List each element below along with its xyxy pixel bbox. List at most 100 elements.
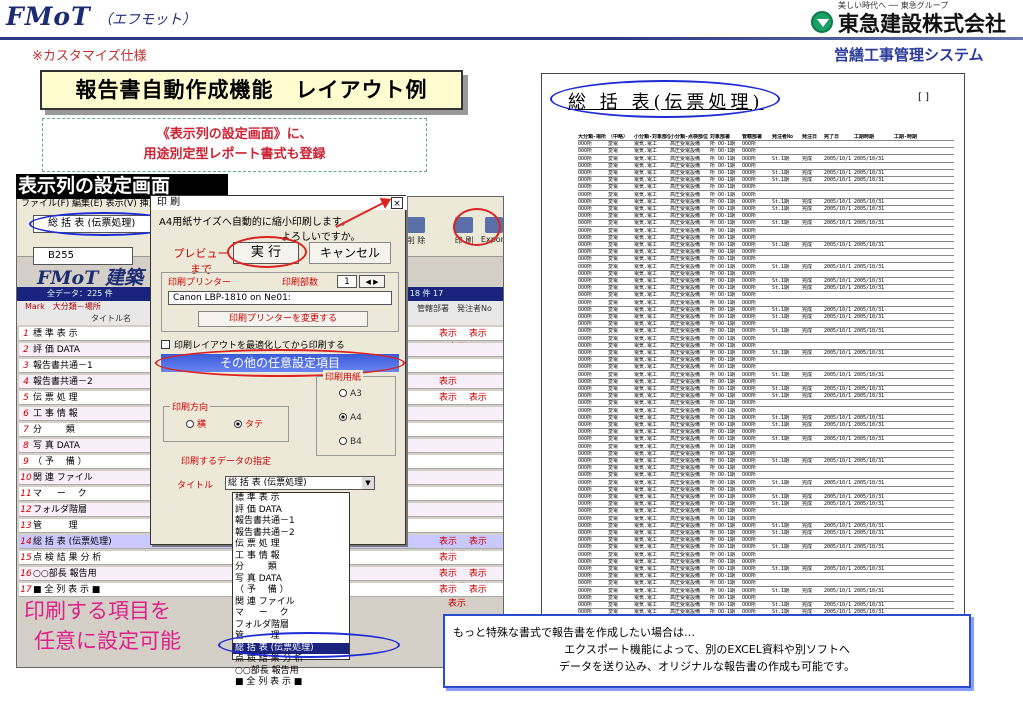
radio-icon[interactable]	[186, 420, 194, 428]
report-cell: 完成	[802, 278, 813, 284]
report-row: OOO所 変電 電気.電工 高圧受電設備 所 OO-1期 OOO所	[578, 379, 954, 386]
report-row: OOO所 変電 電気.電工 高圧受電設備 所 OO-1期 OOO所 St.1期 完成 2005/…	[578, 328, 954, 336]
report-cell: 変電	[608, 501, 619, 508]
report-cell: 変電	[608, 407, 619, 414]
checkbox-icon[interactable]	[161, 340, 170, 349]
row-number: 3	[23, 361, 29, 371]
copies-input[interactable]: 1	[337, 275, 357, 288]
report-cell: 完成	[802, 501, 813, 508]
report-cell: St.1期	[772, 314, 790, 320]
report-cell: OOO所	[742, 537, 757, 544]
dropdown-option[interactable]: 評 価 DATA	[233, 505, 349, 517]
dropdown-option[interactable]: フォルダ階層	[233, 620, 349, 632]
report-cell: 高圧受電設備	[670, 508, 701, 515]
dropdown-option[interactable]: 標 準 表 示	[233, 493, 349, 505]
report-cell: OOO所	[578, 530, 593, 536]
dropdown-option[interactable]: 報告書共通－2	[233, 528, 349, 540]
report-cell: 所 OO-1期	[710, 450, 736, 457]
report-cell: OOO所	[578, 299, 593, 306]
report-row: OOO所 変電 電気.電工 高圧受電設備 所 OO-1期 OOO所	[578, 163, 954, 170]
report-row: OOO所 変電 電気.電工 高圧受電設備 所 OO-1期 OOO所 St.1期 完成 2005/…	[578, 170, 954, 177]
report-cell: OOO所	[742, 407, 757, 414]
report-cell: OOO所	[578, 594, 593, 601]
row-title: 分 類	[33, 425, 75, 435]
report-cell: 変電	[608, 191, 619, 198]
report-cell: OOO所	[742, 148, 757, 155]
report-cell: 2005/10/1	[824, 386, 852, 392]
report-row: OOO所 変電 電気.電工 高圧受電設備 所 OO-1期 OOO所 St.1期 完成 2005/…	[578, 199, 954, 206]
report-cell: 高圧受電設備	[670, 206, 701, 212]
dropdown-option[interactable]: 伝 票 処 理	[233, 539, 349, 551]
report-cell: 完成	[802, 220, 813, 227]
report-cell: St.1期	[772, 285, 790, 292]
cancel-button[interactable]: キャンセル	[309, 242, 391, 264]
report-row: OOO所 変電 電気.電工 高圧受電設備 所 OO-1期 OOO所 St.1期 完成 2005/…	[578, 307, 954, 314]
dropdown-option[interactable]: 報告書共通－1	[233, 516, 349, 528]
landscape-radio[interactable]: 横	[186, 417, 206, 430]
report-cell: 変電	[608, 386, 619, 392]
paper-a3-radio[interactable]: A3	[339, 389, 362, 399]
dropdown-option[interactable]: ○○部長 報告用	[233, 666, 349, 678]
radio-icon[interactable]	[339, 389, 347, 397]
copies-label: 印刷部数	[282, 278, 319, 288]
report-cell: St.1期	[772, 386, 790, 392]
report-cell: 電気.電工	[634, 494, 658, 500]
report-cell: 高圧受電設備	[670, 522, 701, 529]
report-cell: 変電	[608, 342, 619, 349]
report-cell: 電気.電工	[634, 587, 658, 594]
report-cell: 高圧受電設備	[670, 573, 701, 580]
report-cell: OOO所	[742, 501, 757, 508]
report-cell: 高圧受電設備	[670, 184, 701, 191]
report-cell: 変電	[608, 537, 619, 544]
report-cell: 2005/10/31	[854, 566, 885, 572]
report-row: OOO所 変電 電気.電工 高圧受電設備 所 OO-1期 OOO所	[578, 595, 954, 602]
preview-button[interactable]: プレビューまで	[169, 246, 233, 276]
report-cell: 変電	[608, 422, 619, 428]
report-cell: OOO所	[742, 494, 757, 500]
report-cell: OOO所	[742, 508, 757, 515]
copies-spinner[interactable]: ◀ ▶	[359, 275, 385, 288]
paper-b4-radio[interactable]: B4	[339, 437, 362, 447]
report-cell: OOO所	[742, 573, 757, 580]
report-cell: OOO所	[742, 515, 757, 522]
report-cell: 所 OO-1期	[710, 184, 736, 191]
portrait-radio[interactable]: タテ	[234, 417, 263, 430]
report-cell: 高圧受電設備	[670, 227, 701, 234]
row-number: 5	[23, 393, 29, 403]
report-cell: 所 OO-1期	[710, 285, 736, 292]
radio-selected-icon[interactable]	[234, 420, 242, 428]
dropdown-option[interactable]: ■ 全 列 表 示 ■	[233, 677, 349, 689]
radio-icon[interactable]	[339, 437, 347, 445]
paper-a4-radio[interactable]: A4	[339, 413, 362, 423]
report-cell: 2005/10/1	[824, 177, 852, 184]
report-cell: 所 OO-1期	[710, 515, 736, 522]
report-cell: OOO所	[742, 321, 757, 328]
title-select[interactable]: 総 括 表 (伝票処理) ▼	[225, 476, 375, 490]
report-cell: 完成	[802, 602, 813, 608]
report-cell: 変電	[608, 170, 619, 176]
report-cell: 2005/10/1	[824, 306, 852, 313]
report-cell: 完成	[802, 422, 813, 428]
report-cell: 所 OO-1期	[710, 263, 736, 270]
report-cell: 変電	[608, 594, 619, 601]
report-cell: 電気.電工	[634, 314, 658, 320]
report-cell: 電気.電工	[634, 371, 658, 378]
report-cell: OOO所	[578, 407, 593, 414]
report-cell: 電気.電工	[634, 357, 658, 364]
dropdown-option[interactable]: （ 予 備 ）	[233, 585, 349, 597]
dropdown-option[interactable]: 写 真 DATA	[233, 574, 349, 586]
radio-selected-icon[interactable]	[339, 413, 347, 421]
printer-name-field[interactable]: Canon LBP-1810 on Ne01:	[168, 291, 392, 305]
report-row: OOO所 変電 電気.電工 高圧受電設備 所 OO-1期 OOO所	[578, 408, 954, 415]
report-cell: 2005/10/31	[854, 206, 885, 212]
report-row: OOO所 変電 電気.電工 高圧受電設備 所 OO-1期 OOO所	[578, 343, 954, 350]
dropdown-option[interactable]: 工 事 情 報	[233, 551, 349, 563]
dropdown-option[interactable]: 分 類	[233, 562, 349, 574]
chevron-down-icon[interactable]: ▼	[362, 477, 374, 489]
report-cell: 所 OO-1期	[710, 602, 736, 608]
dropdown-option[interactable]: マ ー ク	[233, 608, 349, 620]
dropdown-option[interactable]: 関 連 ファイル	[233, 597, 349, 609]
report-header-cell: 完了日	[824, 134, 840, 140]
delete-icon	[407, 217, 425, 233]
change-printer-button[interactable]: 印刷プリンターを変更する	[198, 311, 368, 327]
